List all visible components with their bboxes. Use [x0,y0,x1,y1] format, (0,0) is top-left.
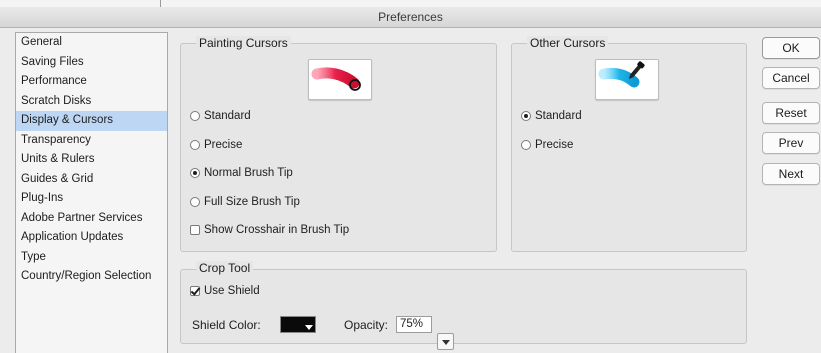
window-title: Preferences [0,7,821,28]
painting-normal-brush-tip-label: Normal Brush Tip [204,167,293,179]
other-standard-radio[interactable]: Standard [521,110,582,122]
radio-circle-selected [190,168,200,178]
sidebar-item-type[interactable]: Type [16,248,167,268]
other-standard-label: Standard [535,110,582,122]
painting-full-size-brush-tip-radio[interactable]: Full Size Brush Tip [190,196,300,208]
dropdown-triangle-icon [305,325,313,330]
radio-circle [190,111,200,121]
opacity-dropdown-button[interactable] [437,333,454,350]
painting-standard-label: Standard [204,110,251,122]
sidebar-item-adobe-partner-services[interactable]: Adobe Partner Services [16,209,167,229]
reset-button[interactable]: Reset [762,102,820,124]
use-shield-label: Use Shield [204,285,260,297]
sidebar-item-scratch-disks[interactable]: Scratch Disks [16,92,167,112]
sidebar-item-units-rulers[interactable]: Units & Rulers [16,150,167,170]
crop-tool-group [180,269,747,344]
ok-button[interactable]: OK [762,37,820,59]
sidebar-item-application-updates[interactable]: Application Updates [16,228,167,248]
radio-circle-selected [521,111,531,121]
crop-tool-title: Crop Tool [196,261,254,275]
painting-cursors-title: Painting Cursors [196,36,291,50]
opacity-label: Opacity: [344,318,389,332]
other-precise-label: Precise [535,139,574,151]
sidebar-item-general[interactable]: General [16,33,167,53]
use-shield-checkbox[interactable]: Use Shield [190,285,260,297]
cancel-button[interactable]: Cancel [762,67,820,89]
other-precise-radio[interactable]: Precise [521,139,573,151]
next-button[interactable]: Next [762,163,820,185]
sidebar-item-plug-ins[interactable]: Plug-Ins [16,189,167,209]
opacity-input[interactable]: 75% [396,316,432,333]
sidebar-item-country-region[interactable]: Country/Region Selection [16,267,167,287]
other-cursors-title: Other Cursors [527,36,609,50]
sidebar-item-transparency[interactable]: Transparency [16,131,167,151]
painting-cursor-preview [308,59,372,100]
sidebar-item-guides-grid[interactable]: Guides & Grid [16,170,167,190]
sidebar-item-saving-files[interactable]: Saving Files [16,53,167,73]
painting-precise-label: Precise [204,139,243,151]
sidebar-item-performance[interactable]: Performance [16,72,167,92]
painting-standard-radio[interactable]: Standard [190,110,251,122]
preferences-category-list[interactable]: General Saving Files Performance Scratch… [15,32,168,353]
other-cursor-preview [595,59,659,100]
painting-normal-brush-tip-radio[interactable]: Normal Brush Tip [190,167,293,179]
red-brush-stroke-icon [311,67,361,91]
chevron-down-icon [442,340,450,345]
prev-button[interactable]: Prev [762,132,820,154]
radio-circle [190,197,200,207]
painting-precise-radio[interactable]: Precise [190,139,242,151]
radio-circle [521,140,531,150]
shield-color-label: Shield Color: [192,318,261,332]
shield-color-swatch[interactable] [280,316,316,333]
blue-brush-eyedropper-icon [598,61,645,88]
show-crosshair-label: Show Crosshair in Brush Tip [204,224,350,236]
sidebar-item-display-cursors[interactable]: Display & Cursors [16,111,167,131]
radio-circle [190,140,200,150]
painting-full-size-brush-tip-label: Full Size Brush Tip [204,196,300,208]
show-crosshair-checkbox[interactable]: Show Crosshair in Brush Tip [190,224,349,236]
checkbox-box-checked [190,286,200,296]
checkbox-box [190,225,200,235]
